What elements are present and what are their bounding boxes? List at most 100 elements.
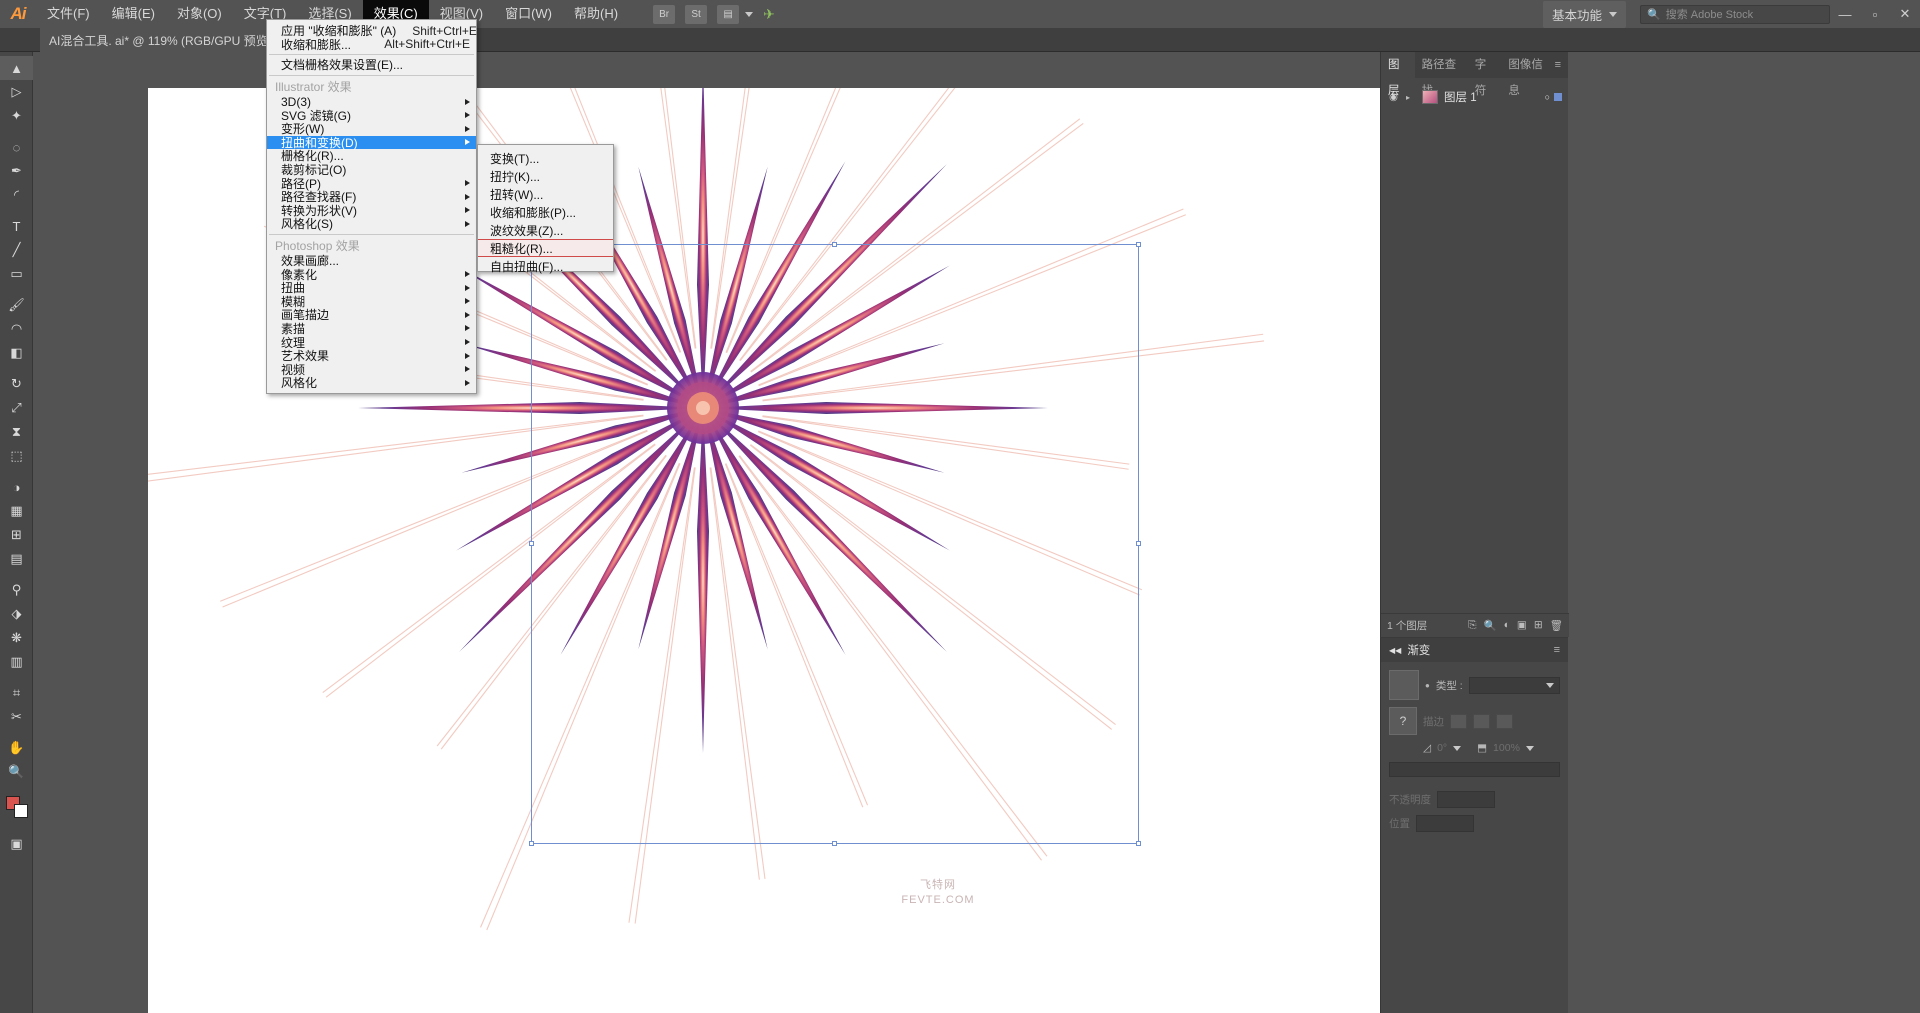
- blend-tool[interactable]: ⬗: [0, 602, 33, 626]
- effect-menu-item[interactable]: 风格化: [267, 376, 476, 390]
- bridge-button[interactable]: Br: [653, 4, 676, 24]
- width-tool[interactable]: ⧗: [0, 420, 33, 444]
- type-tool[interactable]: T: [0, 214, 33, 238]
- column-graph-tool[interactable]: ▥: [0, 650, 33, 674]
- line-segment-tool[interactable]: ╱: [0, 238, 33, 262]
- rotate-tool[interactable]: ↻: [0, 372, 33, 396]
- screen-mode-button[interactable]: ▣: [0, 832, 33, 856]
- magic-wand-tool[interactable]: ✦: [0, 104, 33, 128]
- gradient-opacity-input[interactable]: [1437, 791, 1495, 808]
- gradient-ratio-value[interactable]: 100%: [1493, 742, 1520, 754]
- menu-2[interactable]: 编辑(E): [101, 0, 166, 28]
- mesh-tool[interactable]: ⊞: [0, 523, 33, 547]
- effect-menu-item[interactable]: 文档栅格效果设置(E)...: [267, 58, 476, 72]
- effect-menu-item[interactable]: 风格化(S): [267, 217, 476, 231]
- menu-1[interactable]: 文件(F): [36, 0, 101, 28]
- menu-3[interactable]: 对象(O): [166, 0, 233, 28]
- layers-footer-icon-4[interactable]: ▣: [1517, 619, 1527, 632]
- collapse-icon[interactable]: ◀◀: [1389, 646, 1401, 655]
- panel-menu-icon[interactable]: ≡: [1555, 59, 1568, 71]
- distort-submenu-item[interactable]: 收缩和膨胀(P)...: [478, 203, 613, 221]
- submenu-arrow-icon: [465, 139, 470, 146]
- resize-handle-n[interactable]: [832, 242, 837, 247]
- zoom-tool[interactable]: 🔍: [0, 760, 33, 784]
- canvas-area[interactable]: 飞特网 FEVTE.COM: [33, 52, 1380, 1013]
- help-icon[interactable]: ?: [1389, 707, 1417, 735]
- resize-handle-se[interactable]: [1136, 841, 1141, 846]
- artboard-tool[interactable]: ⌗: [0, 681, 33, 705]
- lasso-tool[interactable]: ◌: [0, 135, 33, 159]
- free-transform-tool[interactable]: ⬚: [0, 444, 33, 468]
- resize-handle-ne[interactable]: [1136, 242, 1141, 247]
- direct-selection-tool[interactable]: ▷: [0, 80, 33, 104]
- selection-indicator[interactable]: [1554, 93, 1562, 101]
- distort-submenu-item[interactable]: 扭拧(K)...: [478, 167, 613, 185]
- chevron-down-icon[interactable]: [1453, 745, 1462, 751]
- effect-menu[interactable]: 应用 "收缩和膨胀" (A) Shift+Ctrl+E 收缩和膨胀... Alt+Sh…: [266, 19, 477, 394]
- panel-tab-2[interactable]: 路径查找: [1415, 52, 1468, 97]
- gradient-type-select[interactable]: [1468, 676, 1560, 694]
- layers-footer-icon-2[interactable]: 🔍: [1484, 619, 1497, 632]
- selection-bounding-box[interactable]: [529, 242, 1141, 846]
- stroke-style-3-button[interactable]: [1496, 713, 1513, 729]
- layer-row[interactable]: ◉ ▸ 图层 1 ○: [1381, 86, 1568, 108]
- selection-tool[interactable]: ▲: [0, 56, 33, 80]
- gradient-angle-value[interactable]: 0°: [1437, 742, 1447, 754]
- stroke-style-1-button[interactable]: [1450, 713, 1467, 729]
- minimize-button[interactable]: —: [1830, 0, 1860, 28]
- stroke-style-2-button[interactable]: [1473, 713, 1490, 729]
- menu-8[interactable]: 窗口(W): [494, 0, 563, 28]
- layers-footer-icon-1[interactable]: ⎘: [1468, 619, 1476, 632]
- stock-button[interactable]: St: [685, 4, 708, 24]
- slice-tool[interactable]: ✂: [0, 705, 33, 729]
- chevron-down-icon[interactable]: [1525, 745, 1534, 751]
- visibility-icon[interactable]: ◉: [1387, 92, 1400, 103]
- layers-footer-icon-5[interactable]: ⊞: [1534, 619, 1543, 632]
- distort-and-transform-submenu[interactable]: 变换(T)... 扭拧(K)... 扭转(W)... 收缩和膨胀(P)... 波纹效果(…: [477, 144, 614, 275]
- gradient-location-input[interactable]: [1416, 815, 1474, 832]
- expand-icon[interactable]: ▸: [1406, 93, 1416, 102]
- curvature-tool[interactable]: ◜: [0, 183, 33, 207]
- resize-handle-w[interactable]: [529, 541, 534, 546]
- fill-stroke-swatch[interactable]: [0, 790, 33, 824]
- arrange-documents-icon[interactable]: ▤: [717, 4, 740, 24]
- pen-tool[interactable]: ✒: [0, 159, 33, 183]
- gradient-tool[interactable]: ▤: [0, 547, 33, 571]
- layer-target-controls[interactable]: ○: [1545, 92, 1562, 102]
- paintbrush-tool[interactable]: 🖌: [0, 293, 33, 317]
- panel-tab-1[interactable]: 图层: [1381, 52, 1415, 97]
- scale-tool[interactable]: ⤢: [0, 396, 33, 420]
- layers-footer-icon-3[interactable]: ◐: [1504, 619, 1510, 632]
- distort-submenu-item[interactable]: 自由扭曲(F)...: [478, 257, 613, 275]
- chevron-down-icon[interactable]: [745, 11, 754, 17]
- symbol-sprayer-tool[interactable]: ❋: [0, 626, 33, 650]
- shape-builder-tool[interactable]: ◑: [0, 475, 33, 499]
- distort-submenu-item[interactable]: 粗糙化(R)...: [478, 239, 613, 257]
- perspective-grid-tool[interactable]: ▦: [0, 499, 33, 523]
- resize-handle-e[interactable]: [1136, 541, 1141, 546]
- layers-footer-icon-6[interactable]: 🗑: [1550, 619, 1563, 632]
- panel-tab-4[interactable]: 图像信息: [1501, 52, 1554, 97]
- panel-tab-3[interactable]: 字符: [1468, 52, 1502, 97]
- distort-submenu-item[interactable]: 波纹效果(Z)...: [478, 221, 613, 239]
- eraser-tool[interactable]: ◧: [0, 341, 33, 365]
- menu-9[interactable]: 帮助(H): [563, 0, 629, 28]
- target-circle-icon[interactable]: ○: [1545, 92, 1550, 102]
- workspace-switcher[interactable]: 基本功能: [1542, 0, 1626, 28]
- stock-cloud-icon[interactable]: ✈: [763, 6, 775, 23]
- shaper-tool[interactable]: ◠: [0, 317, 33, 341]
- hand-tool[interactable]: ✋: [0, 736, 33, 760]
- distort-submenu-item[interactable]: 变换(T)...: [478, 149, 613, 167]
- resize-handle-sw[interactable]: [529, 841, 534, 846]
- close-button[interactable]: ✕: [1890, 0, 1920, 28]
- panel-menu-icon[interactable]: ≡: [1554, 644, 1560, 656]
- stock-search-input[interactable]: 🔍 搜索 Adobe Stock: [1640, 4, 1830, 24]
- effect-menu-item[interactable]: 收缩和膨胀... Alt+Shift+Ctrl+E: [267, 37, 476, 52]
- resize-handle-s[interactable]: [832, 841, 837, 846]
- eyedropper-tool[interactable]: ⚲: [0, 578, 33, 602]
- rectangle-tool[interactable]: ▭: [0, 262, 33, 286]
- distort-submenu-item[interactable]: 扭转(W)...: [478, 185, 613, 203]
- maximize-button[interactable]: ▫: [1860, 0, 1890, 28]
- gradient-slider[interactable]: [1389, 762, 1560, 777]
- gradient-swatch[interactable]: [1389, 670, 1419, 700]
